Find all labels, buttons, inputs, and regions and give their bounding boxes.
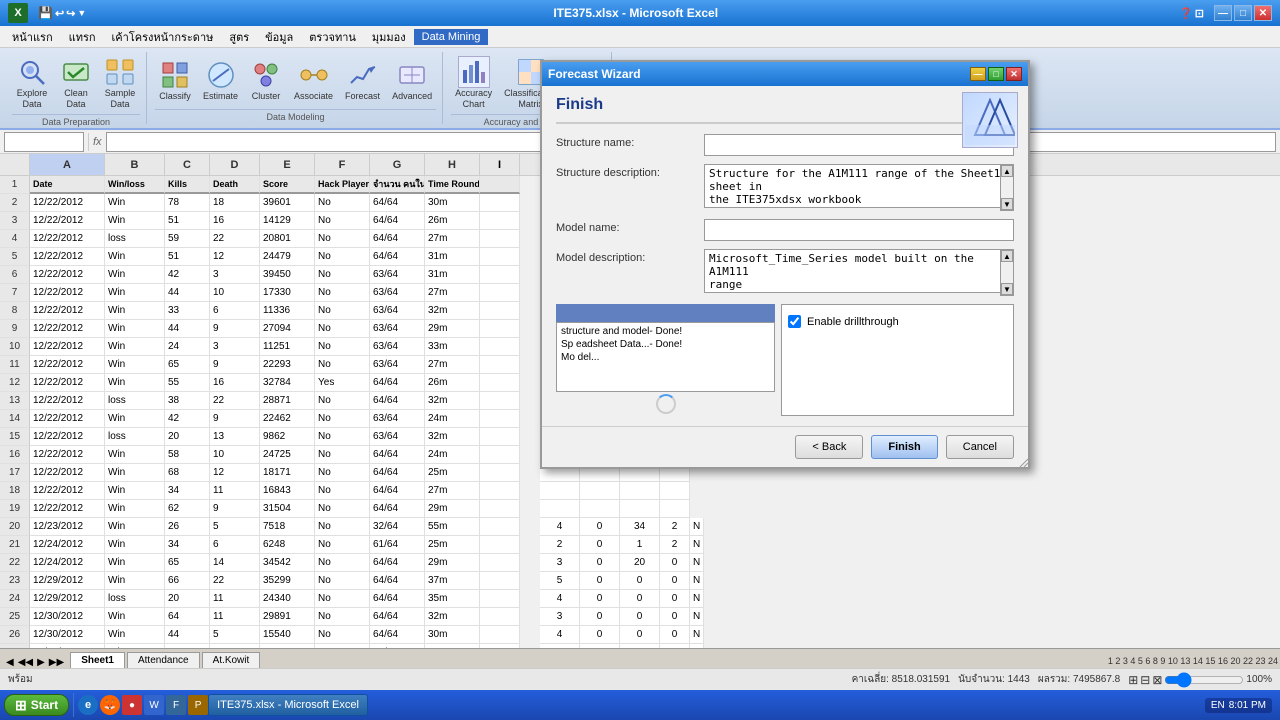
model-name-input[interactable]: Forecast Range_3 bbox=[704, 219, 1014, 241]
tray-time: 8:01 PM bbox=[1229, 700, 1266, 711]
dialog-body: Structure name: Range Structure_4 Struct… bbox=[542, 128, 1028, 426]
start-label: Start bbox=[31, 698, 58, 712]
dialog-maximize-button[interactable]: □ bbox=[988, 67, 1004, 81]
desc-scroll-down[interactable]: ▼ bbox=[1001, 198, 1013, 210]
back-button[interactable]: < Back bbox=[795, 435, 863, 459]
structure-desc-input[interactable]: Structure for the A1M111 range of the Sh… bbox=[704, 164, 1014, 208]
model-desc-label: Model description: bbox=[556, 249, 696, 264]
taskbar-excel-app[interactable]: ITE375.xlsx - Microsoft Excel bbox=[208, 694, 368, 716]
dialog-heading: Finish bbox=[556, 96, 1014, 114]
progress-item-1: structure and model- Done! bbox=[561, 325, 770, 338]
progress-item-3: Mo del... bbox=[561, 351, 770, 364]
dialog-close-button[interactable]: ✕ bbox=[1006, 67, 1022, 81]
structure-desc-label: Structure description: bbox=[556, 164, 696, 179]
resize-handle[interactable] bbox=[1016, 455, 1028, 467]
structure-name-label: Structure name: bbox=[556, 134, 696, 149]
model-desc-input[interactable]: Microsoft_Time_Series model built on the… bbox=[704, 249, 1014, 293]
drillthrough-label: Enable drillthrough bbox=[807, 316, 899, 328]
spinner-area bbox=[556, 392, 775, 416]
dialog-titlebar: Forecast Wizard — □ ✕ bbox=[542, 62, 1028, 86]
dialog-footer: < Back Finish Cancel bbox=[542, 426, 1028, 467]
taskbar-ie-icon[interactable]: e bbox=[78, 695, 98, 715]
drillthrough-checkbox[interactable] bbox=[788, 315, 801, 328]
desc-scroll-up[interactable]: ▲ bbox=[1001, 165, 1013, 177]
tray-en-indicator: EN bbox=[1211, 700, 1225, 711]
taskbar-icon5[interactable]: F bbox=[166, 695, 186, 715]
dialog-overlay: Forecast Wizard — □ ✕ Finish Structure n… bbox=[0, 0, 1280, 720]
dialog-title: Forecast Wizard bbox=[548, 67, 968, 81]
model-scroll-up[interactable]: ▲ bbox=[1001, 250, 1013, 262]
model-name-label: Model name: bbox=[556, 219, 696, 234]
progress-bar bbox=[556, 304, 775, 322]
finish-button[interactable]: Finish bbox=[871, 435, 937, 459]
forecast-wizard-dialog: Forecast Wizard — □ ✕ Finish Structure n… bbox=[540, 60, 1030, 469]
taskbar-right: EN 8:01 PM bbox=[1205, 698, 1276, 713]
start-button[interactable]: ⊞ Start bbox=[4, 694, 69, 716]
taskbar-browser-icon[interactable]: 🦊 bbox=[100, 695, 120, 715]
progress-spinner bbox=[656, 394, 676, 414]
taskbar-icon6[interactable]: P bbox=[188, 695, 208, 715]
drillthrough-panel: Enable drillthrough bbox=[781, 304, 1014, 416]
progress-item-2: Sp eadsheet Data...- Done! bbox=[561, 338, 770, 351]
taskbar-icon4[interactable]: W bbox=[144, 695, 164, 715]
progress-log: structure and model- Done! Sp eadsheet D… bbox=[556, 322, 775, 392]
model-scroll-down[interactable]: ▼ bbox=[1001, 283, 1013, 295]
taskbar: ⊞ Start e 🦊 ● W F P ITE375.xlsx - Micros… bbox=[0, 690, 1280, 720]
cancel-button[interactable]: Cancel bbox=[946, 435, 1014, 459]
taskbar-app-label: ITE375.xlsx - Microsoft Excel bbox=[217, 699, 359, 711]
taskbar-divider bbox=[73, 693, 74, 717]
dialog-minimize-button[interactable]: — bbox=[970, 67, 986, 81]
taskbar-icons: e 🦊 ● W F P bbox=[78, 695, 208, 715]
taskbar-icon3[interactable]: ● bbox=[122, 695, 142, 715]
dialog-logo bbox=[962, 92, 1018, 148]
